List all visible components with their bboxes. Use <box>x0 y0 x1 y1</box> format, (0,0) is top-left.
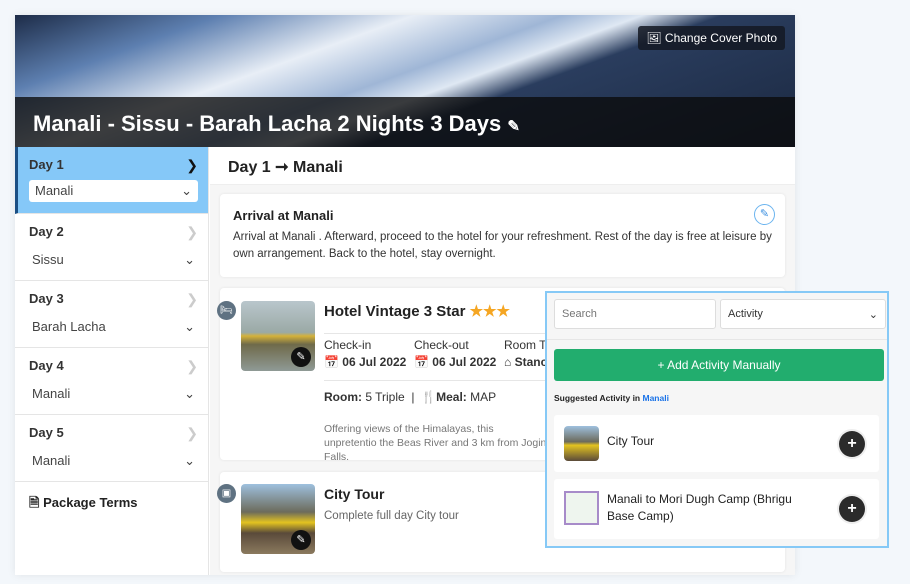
day-heading: Day 1 ➞ Manali <box>210 147 795 185</box>
image-icon: ▣ <box>217 484 236 503</box>
pencil-icon[interactable]: ✎ <box>507 118 520 135</box>
sidebar-day-3[interactable]: Day 3 ❯ Barah Lacha ⌄ <box>15 281 208 348</box>
sidebar-day-4[interactable]: Day 4 ❯ Manali ⌄ <box>15 348 208 415</box>
sidebar-day-2[interactable]: Day 2 ❯ Sissu ⌄ <box>15 214 208 281</box>
place-select[interactable]: Manali ⌄ <box>29 180 198 202</box>
chevron-down-icon: ⌄ <box>184 386 195 401</box>
sidebar-day-1[interactable]: Day 1 ❯ Manali ⌄ <box>15 147 208 214</box>
change-cover-button[interactable]: 🖼 Change Cover Photo <box>638 26 785 50</box>
suggested-activity-item[interactable]: Manali to Mori Dugh Camp (Bhrigu Base Ca… <box>554 479 879 539</box>
place-select[interactable]: Manali ⌄ <box>29 383 198 405</box>
activity-thumbnail <box>564 426 599 461</box>
chevron-down-icon: ⌄ <box>868 309 878 321</box>
chevron-down-icon: ⌄ <box>184 453 195 468</box>
chevron-down-icon: ⌄ <box>181 183 192 198</box>
arrival-card: Arrival at Manali Arrival at Manali . Af… <box>220 194 785 277</box>
image-icon: 🖼 <box>646 31 662 45</box>
document-icon: 🗎 <box>29 495 40 510</box>
place-select[interactable]: Barah Lacha ⌄ <box>29 316 198 338</box>
activity-picker-panel: Activity⌄ + Add Activity Manually Sugges… <box>545 291 889 548</box>
add-icon[interactable]: + <box>839 431 865 457</box>
place-select[interactable]: Manali ⌄ <box>29 450 198 472</box>
edit-icon[interactable]: ✎ <box>754 204 775 225</box>
package-terms-link[interactable]: 🗎 Package Terms <box>15 482 208 528</box>
home-icon: ⌂ <box>504 355 512 369</box>
star-rating: ★★★ <box>469 303 510 320</box>
place-select[interactable]: Sissu ⌄ <box>29 249 198 271</box>
type-select[interactable]: Activity ⌄ <box>720 299 886 329</box>
add-activity-button[interactable]: + Add Activity Manually <box>554 349 884 381</box>
chevron-right-icon: ❯ <box>186 291 198 307</box>
chevron-right-icon: ❯ <box>186 425 198 441</box>
chevron-down-icon: ⌄ <box>184 319 195 334</box>
calendar-icon: 📅 <box>324 355 339 369</box>
chevron-down-icon: ⌄ <box>184 252 195 267</box>
pencil-icon[interactable]: ✎ <box>291 530 311 550</box>
bed-icon: 🛏 <box>217 301 236 320</box>
chevron-right-icon: ❯ <box>186 358 198 374</box>
calendar-icon: 📅 <box>414 355 429 369</box>
chevron-right-icon: ❯ <box>186 157 198 173</box>
no-image-icon <box>564 491 599 525</box>
search-input[interactable] <box>554 299 716 329</box>
day-sidebar: Day 1 ❯ Manali ⌄ Day 2 ❯ Sissu ⌄ Day 3 ❯ Barah L… <box>15 147 209 575</box>
add-icon[interactable]: + <box>839 496 865 522</box>
suggested-activity-item[interactable]: City Tour + <box>554 415 879 472</box>
page-title: Manali - Sissu - Barah Lacha 2 Nights 3 … <box>33 111 520 136</box>
pencil-icon[interactable]: ✎ <box>291 347 311 367</box>
utensils-icon: 🍴 <box>421 390 437 404</box>
chevron-right-icon: ❯ <box>186 224 198 240</box>
sidebar-day-5[interactable]: Day 5 ❯ Manali ⌄ <box>15 415 208 482</box>
